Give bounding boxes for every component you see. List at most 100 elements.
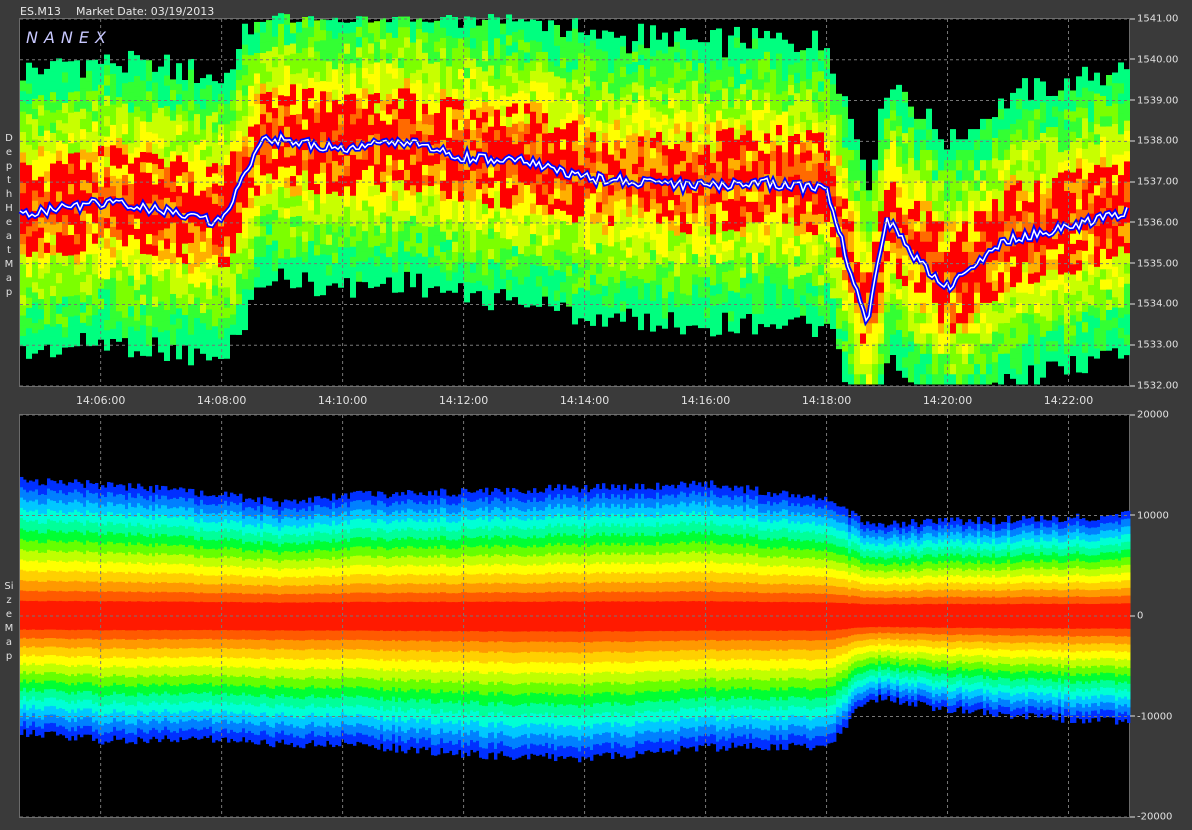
heat-cell — [44, 283, 50, 294]
heat-cell — [350, 164, 356, 176]
heat-cell — [302, 200, 308, 212]
heat-cell — [740, 144, 746, 156]
heat-cell — [572, 48, 578, 60]
heat-cell — [728, 290, 734, 302]
heat-cell — [452, 88, 458, 100]
heat-cell — [56, 292, 62, 304]
heat-cell — [812, 40, 818, 52]
heat-cell — [746, 242, 752, 253]
heat-cell — [908, 147, 914, 159]
heat-cell — [752, 201, 758, 213]
heat-cell — [134, 330, 140, 342]
heat-cell — [1022, 332, 1028, 344]
heat-cell — [512, 184, 518, 196]
heat-cell — [224, 256, 230, 267]
heat-cell — [872, 190, 878, 201]
heat-cell — [1082, 240, 1088, 251]
heat-cell — [164, 289, 170, 300]
heat-cell — [698, 286, 704, 298]
heat-cell — [374, 235, 380, 246]
heat-cell — [740, 216, 746, 227]
heat-cell — [272, 25, 278, 37]
heat-cell — [122, 266, 128, 277]
heat-cell — [500, 207, 506, 218]
heat-cell — [488, 238, 494, 250]
heat-cell — [188, 191, 194, 203]
heat-cell — [908, 177, 914, 189]
heat-cell — [704, 215, 710, 227]
heat-cell — [878, 312, 884, 324]
heat-cell — [608, 52, 614, 63]
heat-cell — [740, 287, 746, 299]
heat-cell — [764, 265, 770, 277]
heat-cell — [932, 312, 938, 324]
heat-cell — [1022, 322, 1028, 334]
heat-cell — [848, 312, 854, 324]
heat-cell — [68, 265, 74, 276]
heat-cell — [716, 130, 722, 142]
heat-cell — [248, 248, 254, 260]
heat-cell — [212, 121, 218, 133]
heat-cell — [224, 72, 230, 84]
heat-cell — [116, 86, 122, 98]
heat-cell — [572, 99, 578, 111]
heat-cell — [632, 285, 638, 297]
heat-cell — [608, 235, 614, 247]
heat-cell — [806, 119, 812, 131]
heat-cell — [638, 23, 644, 35]
heat-cell — [428, 205, 434, 217]
heat-cell — [842, 218, 848, 230]
heat-cell — [890, 160, 896, 172]
heat-cell — [446, 35, 452, 47]
heat-cell — [896, 196, 902, 208]
heat-cell — [74, 213, 80, 224]
heat-cell — [698, 144, 704, 155]
heat-cell — [80, 230, 86, 242]
heat-cell — [530, 294, 536, 306]
heat-cell — [428, 73, 434, 85]
heat-cell — [536, 275, 542, 287]
heat-cell — [1118, 317, 1124, 329]
heat-cell — [242, 105, 248, 116]
heat-cell — [470, 68, 476, 80]
heat-cell — [1028, 211, 1034, 223]
heat-cell — [386, 236, 392, 247]
heat-cell — [1064, 149, 1070, 161]
heat-cell — [650, 280, 656, 291]
heat-cell — [1058, 202, 1064, 214]
heat-cell — [590, 29, 596, 41]
heat-cell — [986, 169, 992, 181]
heat-cell — [680, 201, 686, 213]
heat-cell — [830, 185, 836, 197]
heat-cell — [1040, 366, 1046, 378]
heat-cell — [110, 256, 116, 268]
heat-cell — [800, 274, 806, 286]
heat-cell — [452, 200, 458, 212]
heat-cell — [1076, 310, 1082, 322]
heat-cell — [794, 286, 800, 298]
heat-cell — [38, 104, 44, 116]
heat-cell — [620, 56, 626, 67]
heat-cell — [902, 367, 908, 378]
heat-cell — [740, 114, 746, 125]
heat-cell — [878, 159, 884, 171]
heat-cell — [674, 123, 680, 134]
heat-cell — [38, 257, 44, 269]
heat-cell — [92, 243, 98, 254]
heat-cell — [914, 190, 920, 201]
heat-cell — [758, 231, 764, 243]
heat-cell — [122, 113, 128, 125]
heat-cell — [254, 103, 260, 115]
heat-cell — [284, 238, 290, 250]
heat-cell — [638, 288, 644, 300]
heat-cell — [920, 241, 926, 252]
heat-cell — [1004, 108, 1010, 120]
heat-cell — [866, 231, 872, 242]
heat-cell — [422, 93, 428, 104]
heat-cell — [1118, 307, 1124, 318]
heat-cell — [890, 242, 896, 254]
heat-cell — [914, 332, 920, 344]
heat-cell — [704, 123, 710, 135]
heat-cell — [152, 183, 158, 195]
heat-cell — [92, 110, 98, 122]
